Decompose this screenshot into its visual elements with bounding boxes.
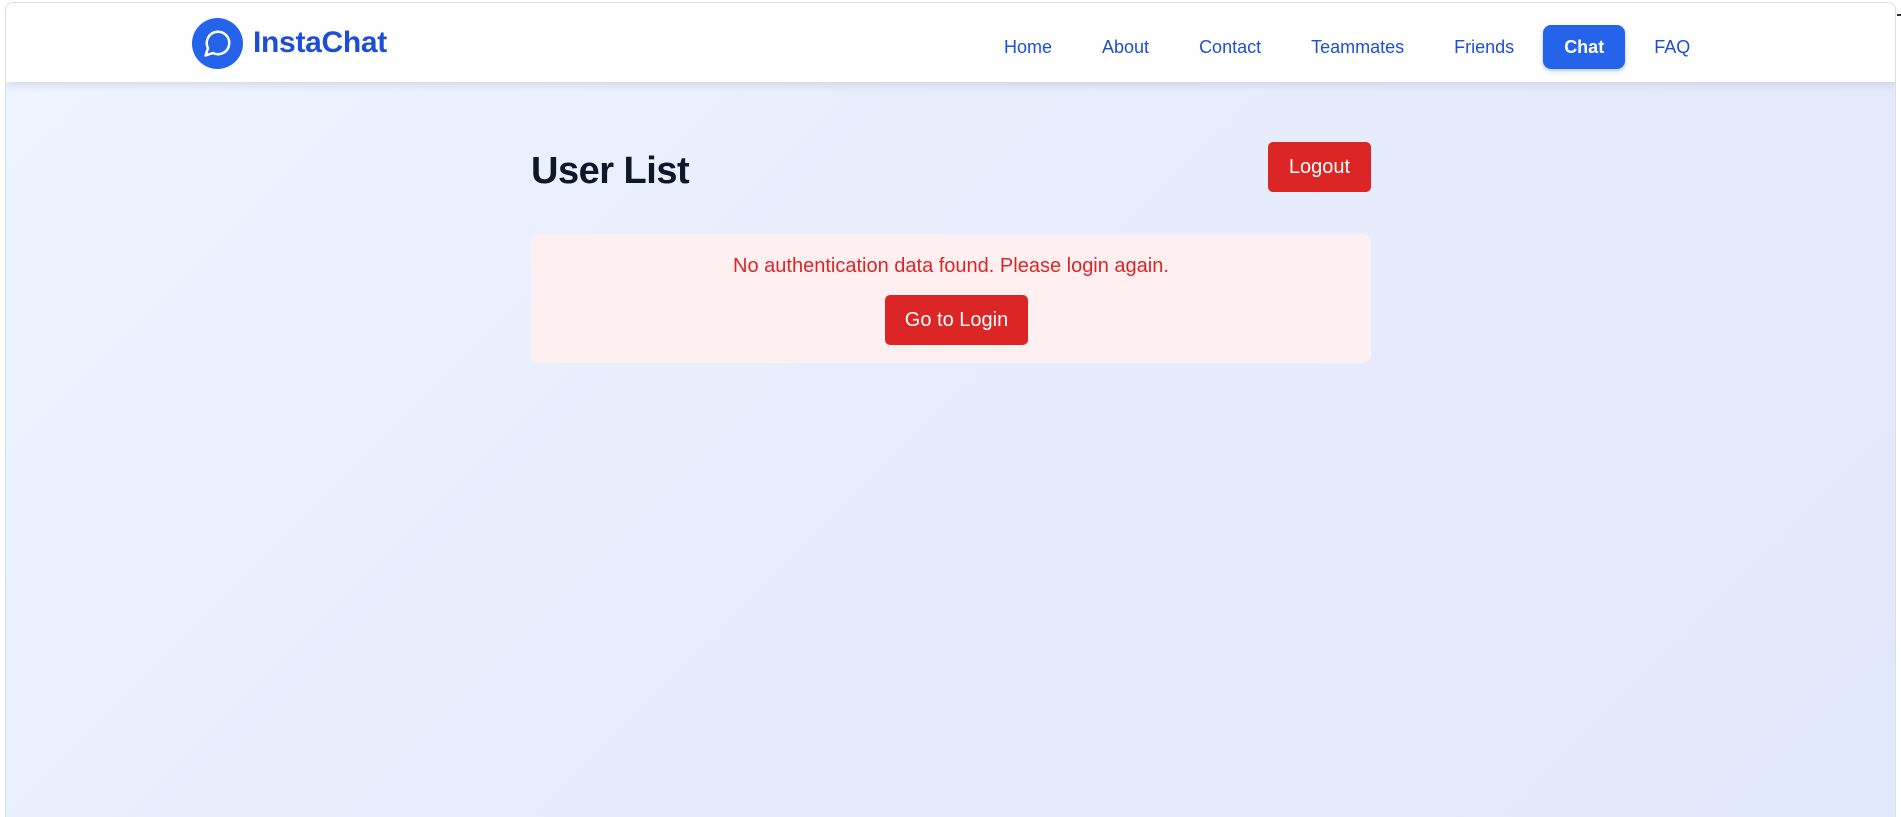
error-message: No authentication data found. Please log… xyxy=(733,255,1169,277)
window-edge-mark xyxy=(1897,14,1901,16)
nav-links: Home About Contact Teammates Friends Cha… xyxy=(1004,25,1690,69)
logout-button[interactable]: Logout xyxy=(1268,142,1371,192)
nav-faq-link[interactable]: FAQ xyxy=(1654,25,1690,69)
nav-chat-link[interactable]: Chat xyxy=(1543,25,1626,69)
brand-name: InstaChat xyxy=(253,26,387,59)
nav-teammates-link[interactable]: Teammates xyxy=(1311,25,1404,69)
app-viewport: InstaChat Home About Contact Teammates F… xyxy=(5,2,1896,817)
chat-bubble-icon xyxy=(192,17,243,69)
nav-home-link[interactable]: Home xyxy=(1004,25,1052,69)
nav-about-link[interactable]: About xyxy=(1102,25,1149,69)
nav-contact-link[interactable]: Contact xyxy=(1199,25,1261,69)
top-navbar: InstaChat Home About Contact Teammates F… xyxy=(6,3,1895,82)
error-alert: No authentication data found. Please log… xyxy=(531,234,1371,363)
brand-link[interactable]: InstaChat xyxy=(192,17,387,69)
page-title: User List xyxy=(531,150,690,192)
go-to-login-button[interactable]: Go to Login xyxy=(885,295,1028,345)
nav-friends-link[interactable]: Friends xyxy=(1454,25,1514,69)
